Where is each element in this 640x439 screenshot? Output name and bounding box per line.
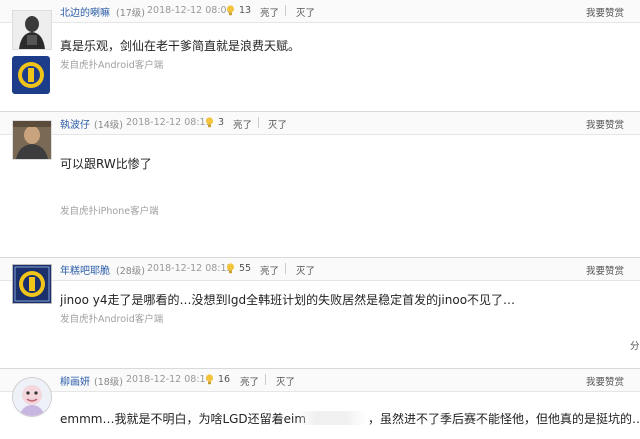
client-source: 发自虎扑iPhone客户端 [60, 206, 159, 217]
user-photo-icon [13, 121, 51, 159]
light-count: 13 [239, 5, 252, 16]
separator-line [0, 257, 640, 258]
dark-button[interactable]: 灭了 [296, 5, 315, 19]
light-button[interactable]: 亮了 [260, 263, 279, 277]
user-photo-icon [13, 11, 51, 49]
post-time: 2018-12-12 08:14 [126, 374, 212, 385]
comment-header: 北边的喇嘛 (17级) 2018-12-12 08:06 13 亮了 灭了 我要… [0, 0, 640, 23]
team-badge-icon [12, 56, 50, 94]
comment-text-cont: ，虽然进不了季后赛不能怪他，但他真的是挺坑的… [368, 412, 640, 426]
comment-text: 真是乐观，剑仙在老干爹简直就是浪费天赋。 [60, 39, 301, 53]
author-name[interactable]: 北边的喇嘛 [60, 4, 110, 19]
user-level: (18级) [94, 377, 124, 388]
divider [258, 117, 259, 128]
light-bulb-icon [226, 263, 235, 274]
team-logo-icon [13, 265, 51, 303]
light-count: 3 [218, 117, 225, 128]
comment-header: 年糕吧耶脆 (28级) 2018-12-12 08:12 55 亮了 灭了 我要… [0, 257, 640, 281]
user-level: (17级) [116, 8, 146, 19]
tip-button[interactable]: 我要赞赏 [586, 263, 624, 277]
client-source: 发自虎扑Android客户端 [60, 60, 164, 71]
user-avatar-icon [13, 378, 51, 416]
separator-line [0, 368, 640, 369]
avatar[interactable] [12, 264, 52, 304]
avatar[interactable] [12, 10, 52, 50]
blurred-text [296, 411, 366, 425]
divider [285, 263, 286, 274]
dark-button[interactable]: 灭了 [276, 374, 295, 388]
post-time: 2018-12-12 08:06 [147, 5, 233, 16]
share-link[interactable]: 分 [630, 338, 640, 352]
user-level: (14级) [94, 120, 124, 131]
comment-header: 柳画妍 (18级) 2018-12-12 08:14 16 亮了 灭了 我要赞赏 [0, 368, 640, 392]
light-count: 16 [218, 374, 231, 385]
light-bulb-icon [205, 374, 214, 385]
author-name[interactable]: 年糕吧耶脆 [60, 262, 110, 277]
user-level: (28级) [116, 266, 146, 277]
author-name[interactable]: 柳画妍 [60, 373, 90, 388]
comment-1: 北边的喇嘛 (17级) 2018-12-12 08:06 13 亮了 灭了 我要… [0, 0, 640, 110]
dark-button[interactable]: 灭了 [296, 263, 315, 277]
post-time: 2018-12-12 08:11 [126, 117, 212, 128]
light-button[interactable]: 亮了 [240, 374, 259, 388]
divider [285, 5, 286, 16]
tip-button[interactable]: 我要赞赏 [586, 374, 624, 388]
comment-3: 年糕吧耶脆 (28级) 2018-12-12 08:12 55 亮了 灭了 我要… [0, 257, 640, 358]
avatar[interactable] [12, 120, 52, 160]
tip-button[interactable]: 我要赞赏 [586, 117, 624, 131]
dark-button[interactable]: 灭了 [268, 117, 287, 131]
light-bulb-icon [205, 117, 214, 128]
client-source: 发自虎扑Android客户端 [60, 314, 164, 325]
comment-text: emmm…我就是不明白，为啥LGD还留着eim [60, 412, 307, 426]
divider [265, 374, 266, 385]
light-bulb-icon [226, 5, 235, 16]
author-name[interactable]: 執波仔 [60, 116, 90, 131]
comment-text: 可以跟RW比惨了 [60, 157, 152, 171]
post-time: 2018-12-12 08:12 [147, 263, 233, 274]
comment-text: jinoo y4走了是哪看的…没想到lgd全韩班计划的失败居然是稳定首发的jin… [60, 293, 516, 307]
comment-4: 柳画妍 (18级) 2018-12-12 08:14 16 亮了 灭了 我要赞赏… [0, 368, 640, 439]
light-button[interactable]: 亮了 [260, 5, 279, 19]
light-count: 55 [239, 263, 252, 274]
tip-button[interactable]: 我要赞赏 [586, 5, 624, 19]
avatar[interactable] [12, 377, 52, 417]
comment-header: 執波仔 (14级) 2018-12-12 08:11 3 亮了 灭了 我要赞赏 [0, 111, 640, 135]
separator-line [0, 111, 640, 112]
light-button[interactable]: 亮了 [233, 117, 252, 131]
comment-2: 執波仔 (14级) 2018-12-12 08:11 3 亮了 灭了 我要赞赏 … [0, 111, 640, 252]
